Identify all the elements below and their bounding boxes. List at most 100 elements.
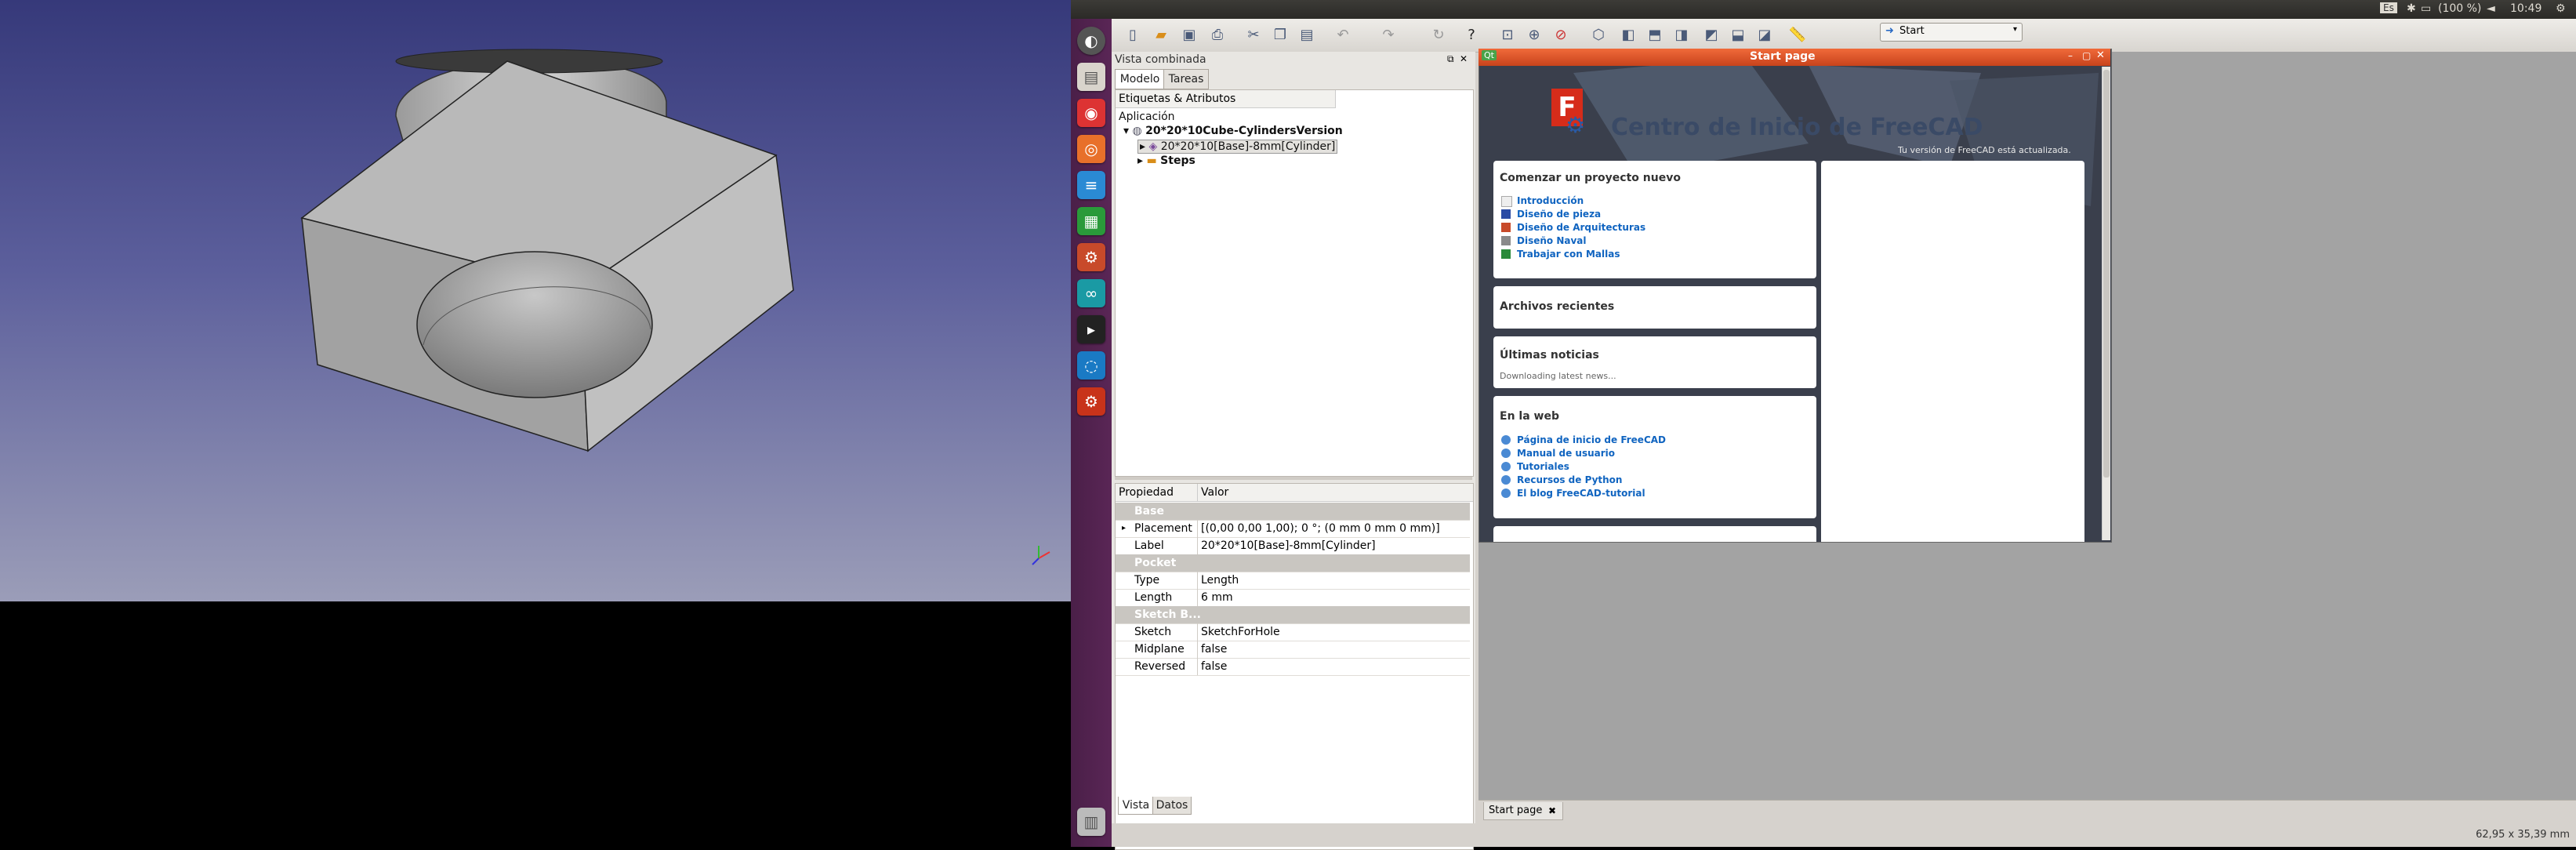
float-icon[interactable]: ⧉ [1447,53,1454,65]
battery-icon[interactable]: ▭ [2421,2,2431,15]
part-design-icon [1501,209,1511,219]
view-right-icon[interactable]: ◨ [1671,25,1692,45]
close-icon[interactable]: ✕ [2096,49,2105,61]
system-top-bar: Es ✱ ▭ (100 %) ◄ 10:49 ⚙ [1071,0,2576,19]
link-freecad-home[interactable]: Página de inicio de FreeCAD [1517,434,1666,445]
dash-home-icon[interactable]: ◐ [1077,27,1105,55]
link-diseno-naval[interactable]: Diseño Naval [1517,235,1587,246]
link-arquitecturas[interactable]: Diseño de Arquitecturas [1517,222,1645,233]
property-row-midplane[interactable]: Midplane false [1116,641,1470,659]
whats-this-icon[interactable]: ? [1461,25,1482,45]
doc-tab-start-page[interactable]: Start page ✖ [1483,802,1563,820]
property-value[interactable]: [(0,00 0,00 1,00); 0 °; (0 mm 0 mm 0 mm)… [1197,520,1440,537]
view-axonometric-icon[interactable]: ⬡ [1588,25,1609,45]
scrollbar-thumb[interactable] [2103,70,2110,478]
view-rear-icon[interactable]: ◩ [1701,25,1722,45]
cut-icon[interactable]: ✂ [1243,25,1264,45]
property-group-pocket[interactable]: Pocket [1116,554,1470,572]
minimize-icon[interactable]: – [2068,50,2073,61]
settings-icon[interactable]: ⚙ [1077,243,1105,271]
calc-icon[interactable]: ▦ [1077,207,1105,235]
tree-item-document[interactable]: ▾ ◍ 20*20*10Cube-CylindersVersion [1123,125,1343,137]
firefox-icon[interactable]: ◎ [1077,135,1105,163]
fit-all-icon[interactable]: ⊡ [1497,25,1518,45]
property-value[interactable]: SketchForHole [1197,623,1280,641]
card-title: Comenzar un proyecto nuevo [1500,172,1681,184]
property-group-sketch-based[interactable]: Sketch B... [1116,606,1470,624]
link-manual[interactable]: Manual de usuario [1517,448,1615,459]
3d-viewport[interactable] [0,0,1071,601]
tree-item-steps[interactable]: ▸ ▬ Steps [1137,154,1195,167]
property-row-type[interactable]: Type Length [1116,572,1470,590]
desktop-black-area [0,601,1071,847]
view-top-icon[interactable]: ⬒ [1645,25,1665,45]
chrome-icon[interactable]: ◉ [1077,99,1105,127]
open-file-icon[interactable]: ▰ [1151,25,1171,45]
property-key: Placement [1134,522,1192,535]
link-introduccion[interactable]: Introducción [1517,195,1584,206]
link-diseno-pieza[interactable]: Diseño de pieza [1517,209,1601,220]
refresh-icon[interactable]: ↻ [1428,25,1449,45]
close-icon[interactable]: ✖ [1548,802,1556,819]
property-value[interactable]: false [1197,658,1227,675]
writer-icon[interactable]: ≡ [1077,171,1105,199]
view-front-icon[interactable]: ◧ [1618,25,1638,45]
paste-icon[interactable]: ▤ [1297,25,1317,45]
keyboard-layout-indicator[interactable]: Es [2380,2,2397,13]
link-mallas[interactable]: Trabajar con Mallas [1517,249,1620,260]
splitter-handle[interactable] [1115,477,1472,480]
trash-icon[interactable]: ▥ [1077,808,1105,836]
arduino-icon[interactable]: ∞ [1077,279,1105,307]
tab-tareas[interactable]: Tareas [1163,69,1209,89]
property-row-reversed[interactable]: Reversed false [1116,658,1470,676]
clock[interactable]: 10:49 [2510,2,2542,15]
property-value[interactable]: false [1197,641,1227,658]
link-tutoriales[interactable]: Tutoriales [1517,461,1569,472]
files-icon[interactable]: ▤ [1077,63,1105,91]
tab-modelo[interactable]: Modelo [1115,69,1165,89]
globe-icon [1501,449,1511,458]
freecad-icon[interactable]: ⚙ [1077,387,1105,416]
property-row-length[interactable]: Length 6 mm [1116,589,1470,607]
property-value[interactable]: Length [1197,572,1239,589]
terminal-icon[interactable]: ▸ [1077,315,1105,343]
volume-icon[interactable]: ◄ [2487,2,2495,15]
tab-vista[interactable]: Vista [1118,797,1154,815]
window-title: Start page [1750,50,1816,63]
expand-arrow-icon[interactable]: ▸ [1122,520,1126,537]
expanded-arrow-icon[interactable]: ▾ [1123,125,1129,137]
copy-icon[interactable]: ❐ [1270,25,1290,45]
collapsed-arrow-icon[interactable]: ▸ [1137,154,1143,167]
fit-selection-icon[interactable]: ⊕ [1524,25,1544,45]
link-blog[interactable]: El blog FreeCAD-tutorial [1517,488,1645,499]
view-bottom-icon[interactable]: ⬓ [1728,25,1748,45]
card-new-project: Comenzar un proyecto nuevo Introducción … [1493,161,1816,278]
browser-icon[interactable]: ◌ [1077,351,1105,380]
save-icon[interactable]: ▣ [1179,25,1199,45]
collapsed-arrow-icon[interactable]: ▸ [1140,140,1145,153]
maximize-icon[interactable]: ▢ [2082,50,2091,61]
workbench-selector[interactable]: ➜ Start ▾ [1880,23,2023,42]
view-left-icon[interactable]: ◪ [1754,25,1775,45]
draw-style-icon[interactable]: ⊘ [1551,25,1571,45]
undo-icon[interactable]: ↶ [1333,25,1353,45]
vertical-scrollbar[interactable] [2102,67,2110,540]
property-group-base[interactable]: Base [1116,503,1470,521]
bluetooth-icon[interactable]: ✱ [2407,2,2416,15]
property-value[interactable]: 6 mm [1197,589,1233,606]
redo-icon[interactable]: ↷ [1378,25,1399,45]
tree-item-pocket[interactable]: ▸ ◈ 20*20*10[Base]-8mm[Cylinder] [1137,140,1338,154]
tab-datos[interactable]: Datos [1152,797,1192,815]
measure-icon[interactable]: 📏 [1787,25,1808,45]
print-icon[interactable]: ⎙ [1207,25,1228,45]
globe-icon [1501,475,1511,485]
new-file-icon[interactable]: ▯ [1123,25,1143,45]
close-icon[interactable]: ✕ [1460,53,1468,64]
property-row-placement[interactable]: ▸ Placement [(0,00 0,00 1,00); 0 °; (0 m… [1116,520,1470,538]
start-page-titlebar[interactable]: Qt Start page – ▢ ✕ [1478,49,2110,66]
property-row-sketch[interactable]: Sketch SketchForHole [1116,623,1470,641]
gear-icon[interactable]: ⚙ [2556,2,2566,15]
property-value[interactable]: 20*20*10[Base]-8mm[Cylinder] [1197,537,1376,554]
link-python[interactable]: Recursos de Python [1517,474,1622,485]
property-row-label[interactable]: Label 20*20*10[Base]-8mm[Cylinder] [1116,537,1470,555]
